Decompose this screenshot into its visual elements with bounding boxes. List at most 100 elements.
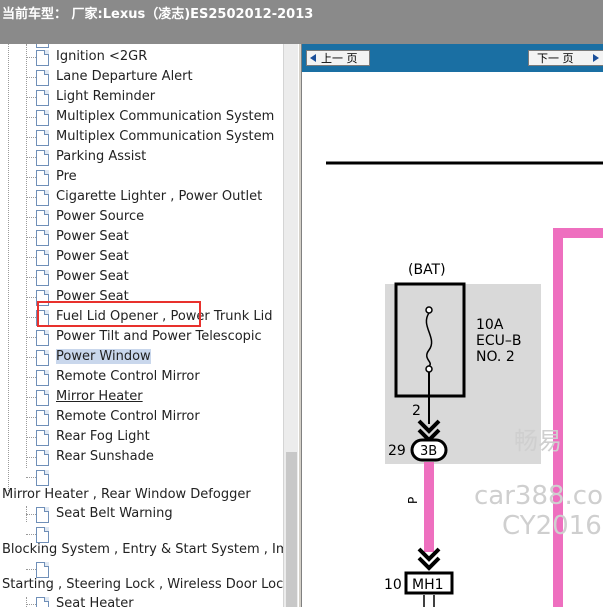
document-icon <box>36 110 49 126</box>
tree-item[interactable]: Seat Heater <box>0 595 283 607</box>
tree-item[interactable]: Light Reminder <box>0 88 283 108</box>
tree-item[interactable]: Rear Sunshade <box>0 448 283 468</box>
fuse-terminal-top <box>425 306 433 314</box>
tree-connector <box>26 57 36 58</box>
tree-item[interactable]: Power Seat <box>0 228 283 248</box>
tree-item-label: Multiplex Communication System <box>56 109 275 124</box>
tree-connector <box>26 177 36 178</box>
tree-item[interactable]: Power Seat <box>0 268 283 288</box>
document-icon <box>36 190 49 206</box>
tree-connector <box>26 417 36 418</box>
tree-connector <box>26 569 36 570</box>
tree-item[interactable]: Power Window <box>0 348 283 368</box>
tree-item-label: Mirror Heater <box>56 389 143 404</box>
tree-connector <box>26 317 36 318</box>
tree-connector <box>26 77 36 78</box>
connector-name: 3B <box>420 444 437 459</box>
tree-item-label: Multiplex Communication System <box>56 129 275 144</box>
document-icon <box>36 250 49 266</box>
tree-item[interactable]: Seat Belt Warning <box>0 505 283 525</box>
tree-item[interactable]: Lane Departure Alert <box>0 68 283 88</box>
tree-item-label: Remote Control Mirror <box>56 409 200 424</box>
tree-connector <box>26 514 36 515</box>
tree-connector <box>26 137 36 138</box>
pink-wire <box>424 462 434 552</box>
connector-pin: 29 <box>388 443 406 459</box>
tree-item[interactable]: Pre <box>0 168 283 188</box>
watermark-cn: 畅易 <box>514 427 562 455</box>
tree-category[interactable]: Mirror Heater , Rear Window Defogger <box>2 487 251 502</box>
tree-item[interactable]: Mirror Heater <box>0 388 283 408</box>
document-icon <box>36 470 49 486</box>
tree-scrollbar[interactable] <box>283 44 298 607</box>
tree-item[interactable]: Power Tilt and Power Telescopic <box>0 328 283 348</box>
tree-item-label: Power Tilt and Power Telescopic <box>56 329 262 344</box>
tree-category[interactable]: Blocking System , Entry & Start System ,… <box>2 542 283 557</box>
tree-connector <box>26 337 36 338</box>
tree-item-label: Power Seat <box>56 249 129 264</box>
wire-color-label: P <box>406 497 420 504</box>
window-title: 当前车型： 厂家:Lexus（凌志)ES2502012-2013 <box>2 7 314 22</box>
tree-connector <box>26 217 36 218</box>
tree-connector <box>26 237 36 238</box>
document-icon <box>36 50 49 66</box>
tree-item-label: Power Seat <box>56 269 129 284</box>
tree-connector <box>26 117 36 118</box>
tree-connector <box>26 457 36 458</box>
wiring-diagram: (BAT) 10A ECU–B NO. 2 2 3B 29 P MH1 10 畅… <box>326 161 603 607</box>
watermark-url: car388.co <box>474 481 603 511</box>
tree-item[interactable]: Power Seat <box>0 248 283 268</box>
tree-connector <box>26 604 36 605</box>
document-icon <box>36 130 49 146</box>
document-icon <box>36 90 49 106</box>
document-icon <box>36 430 49 446</box>
document-icon <box>36 210 49 226</box>
tree-category[interactable]: Starting , Steering Lock , Wireless Door… <box>2 577 283 592</box>
tree-item[interactable]: Rear Fog Light <box>0 428 283 448</box>
tree-item-label: Lane Departure Alert <box>56 69 193 84</box>
tree-connector <box>26 197 36 198</box>
fuse-rating: 10A <box>476 317 504 333</box>
tree-item[interactable]: Parking Assist <box>0 148 283 168</box>
document-icon <box>36 270 49 286</box>
tree-connector <box>26 277 36 278</box>
bottom-connector-name: MH1 <box>412 577 444 593</box>
tree-item[interactable]: Remote Control Mirror <box>0 408 283 428</box>
tree-item-label: Power Window <box>56 349 151 364</box>
tree-connector <box>26 97 36 98</box>
tree-connector <box>26 297 36 298</box>
tree-item[interactable]: Ignition <2GR <box>0 48 283 68</box>
tree-item-label: Seat Heater <box>56 596 134 607</box>
document-icon <box>36 230 49 246</box>
tree-item-label: Remote Control Mirror <box>56 369 200 384</box>
document-icon <box>36 330 49 346</box>
document-icon <box>36 370 49 386</box>
tree-scrollbar-thumb[interactable] <box>286 452 297 607</box>
tree-item[interactable] <box>0 468 283 488</box>
document-icon <box>36 527 49 543</box>
document-icon <box>36 597 49 607</box>
tree-item[interactable]: Cigarette Lighter , Power Outlet <box>0 188 283 208</box>
tree-item[interactable]: Multiplex Communication System <box>0 128 283 148</box>
fuse-terminal-bottom <box>425 365 433 373</box>
tree-item-label: Cigarette Lighter , Power Outlet <box>56 189 263 204</box>
tree-connector <box>26 397 36 398</box>
tree-item-label: Power Source <box>56 209 145 224</box>
selection-callout <box>37 301 201 327</box>
tree-connector <box>26 257 36 258</box>
tree-item-label: Light Reminder <box>56 89 156 104</box>
tree-connector <box>26 534 36 535</box>
tree-item[interactable]: Multiplex Communication System <box>0 108 283 128</box>
tree-item-label: Rear Fog Light <box>56 429 150 444</box>
pin-number-top: 2 <box>412 403 421 419</box>
tree-item[interactable]: Power Source <box>0 208 283 228</box>
document-icon <box>36 70 49 86</box>
tree-item-label: Pre <box>56 169 77 184</box>
bottom-pin: 10 <box>384 577 402 593</box>
tree-item[interactable]: Remote Control Mirror <box>0 368 283 388</box>
document-icon <box>36 390 49 406</box>
bat-label: (BAT) <box>408 262 446 278</box>
tree-item-label: Ignition <2GR <box>56 49 148 64</box>
document-icon <box>36 350 49 366</box>
document-icon <box>36 562 49 578</box>
